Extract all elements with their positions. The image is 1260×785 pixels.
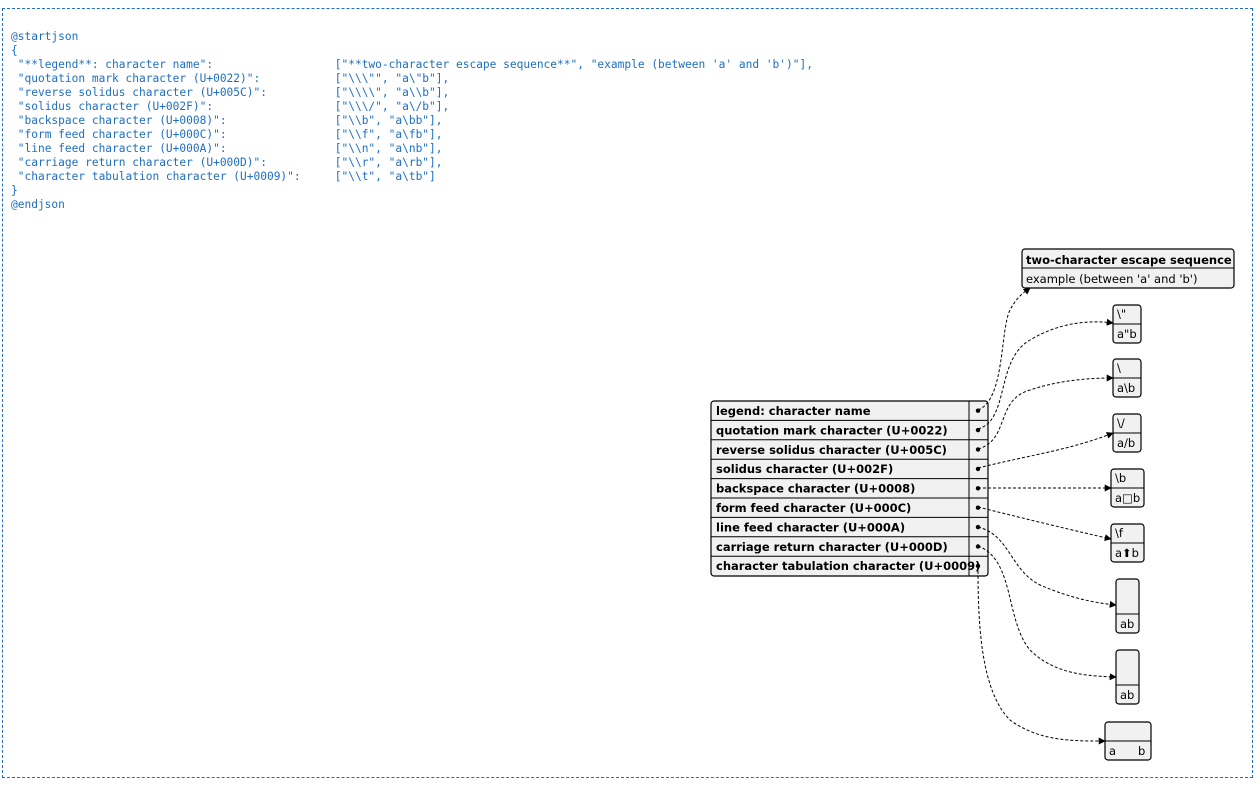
legend-box-example: example (between 'a' and 'b') (1026, 272, 1197, 286)
value-box-example: a b (1109, 744, 1145, 758)
value-box-escape: \" (1117, 307, 1126, 321)
object-table: legend: character name quotation mark cha… (710, 400, 989, 577)
value-box-example: a⬆b (1115, 546, 1139, 560)
value-box: a b (1104, 721, 1152, 761)
table-row-label: reverse solidus character (U+005C) (716, 443, 947, 457)
value-box-example: ab (1120, 617, 1134, 631)
table-row-label: line feed character (U+000A) (716, 520, 905, 534)
table-row-label: solidus character (U+002F) (716, 462, 893, 476)
connector-arrow (977, 545, 1117, 681)
connector-arrow (977, 374, 1114, 450)
table-row-label: form feed character (U+000C) (716, 501, 911, 515)
table-row-port-dot (975, 447, 981, 452)
value-box: ab (1115, 649, 1140, 705)
value-box-example: a□b (1115, 491, 1140, 505)
connector-arrow (977, 506, 1112, 542)
value-box-example: ab (1120, 688, 1134, 702)
connector-arrow (977, 565, 1106, 745)
value-box: \f a⬆b (1110, 523, 1145, 563)
table-row-label: character tabulation character (U+0009) (716, 559, 980, 573)
json-diagram: legend: character name quotation mark cha… (710, 248, 1235, 761)
table-row-label: carriage return character (U+000D) (716, 540, 948, 554)
connector-arrow (977, 526, 1117, 608)
value-box-example: a\b (1117, 381, 1135, 395)
connector-arrow (977, 287, 1031, 411)
table-row-label: legend: character name (716, 404, 871, 418)
value-box: \/ a/b (1112, 413, 1142, 453)
table-row-label: backspace character (U+0008) (716, 482, 915, 496)
connector-arrow (977, 432, 1114, 469)
value-box-escape: \b (1115, 471, 1126, 485)
legend-box-title: two-character escape sequence (1026, 253, 1232, 267)
value-box-escape: \/ (1117, 416, 1125, 430)
value-box: \b a□b (1110, 468, 1145, 508)
value-box-example: a/b (1117, 436, 1135, 450)
legend-box: two-character escape sequence example (b… (1021, 248, 1235, 289)
value-box: \" a"b (1112, 304, 1142, 344)
value-box-example: a"b (1117, 327, 1137, 341)
value-boxes: \" a"b \ a\b \/ a/b \b a□b \f a⬆b ab ab a b (1104, 304, 1152, 761)
value-box-escape: \f (1115, 526, 1124, 540)
value-box: \ a\b (1112, 358, 1142, 398)
value-box-escape: \ (1117, 361, 1121, 375)
value-box: ab (1115, 578, 1140, 634)
connectors (977, 287, 1117, 745)
table-row-label: quotation mark character (U+0022) (716, 423, 948, 437)
